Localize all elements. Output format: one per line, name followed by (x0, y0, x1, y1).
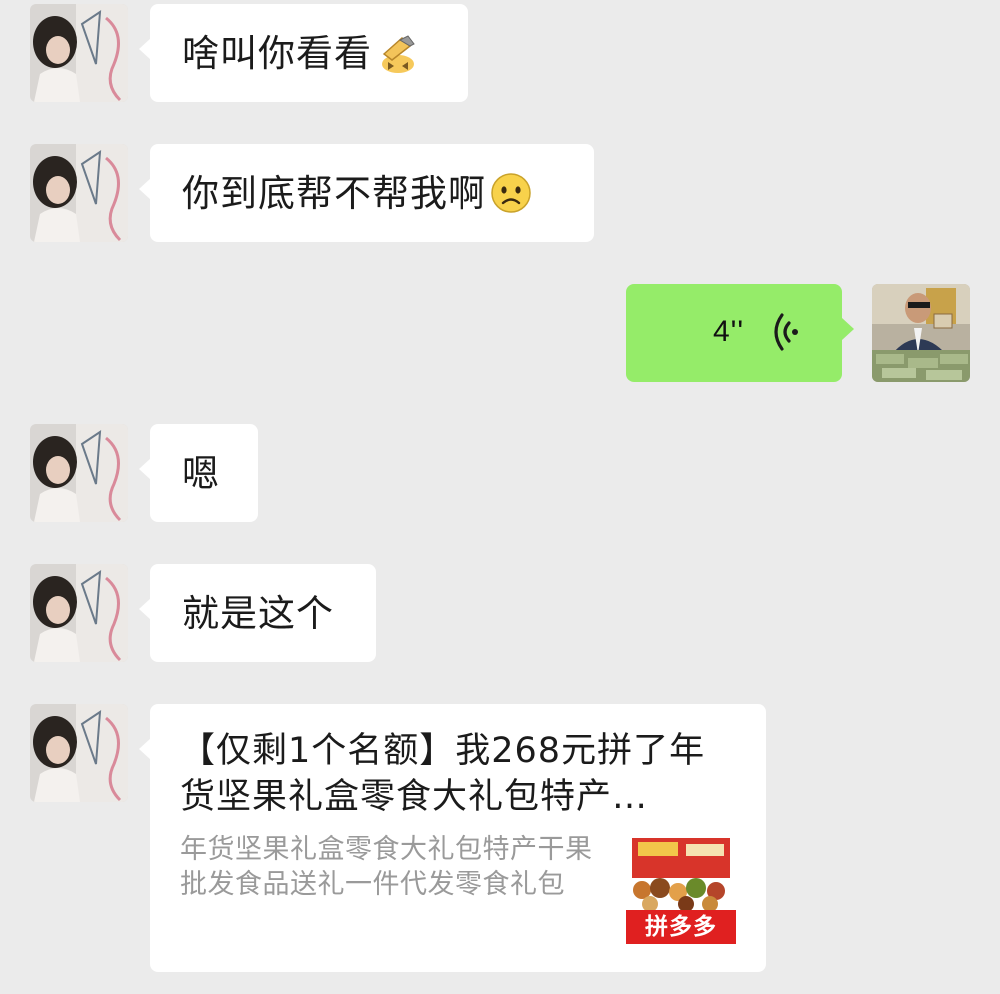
link-card-thumbnail: 拼多多 (626, 834, 736, 944)
facepalm-emoji-icon (376, 34, 420, 84)
contact-avatar[interactable] (30, 424, 128, 522)
voice-message-bubble[interactable]: 4'' (626, 284, 854, 382)
message-bubble[interactable]: 啥叫你看看 (139, 4, 468, 102)
message-text: 你到底帮不帮我啊 (182, 172, 486, 215)
message-bubble[interactable]: 就是这个 (139, 564, 376, 662)
voice-duration: 4'' (713, 315, 745, 348)
message-text: 嗯 (182, 452, 220, 495)
link-card-title: 【仅剩1个名额】我268元拼了年货坚果礼盒零食大礼包特产… (180, 728, 740, 820)
link-card-description: 年货坚果礼盒零食大礼包特产干果批发食品送礼一件代发零食礼包 (180, 834, 593, 900)
message-bubble[interactable]: 嗯 (139, 424, 258, 522)
message-text: 啥叫你看看 (182, 32, 372, 75)
self-avatar[interactable] (872, 284, 970, 382)
message-bubble[interactable]: 你到底帮不帮我啊 (139, 144, 594, 242)
voice-wave-icon (769, 310, 803, 364)
contact-avatar[interactable] (30, 704, 128, 802)
sad-face-emoji-icon (490, 172, 532, 224)
contact-avatar[interactable] (30, 144, 128, 242)
link-card-title-text: 【仅剩1个名额】我268元拼了年货坚果礼盒零食大礼包特产… (180, 731, 706, 817)
message-text: 就是这个 (182, 592, 334, 635)
contact-avatar[interactable] (30, 4, 128, 102)
contact-avatar[interactable] (30, 564, 128, 662)
link-card[interactable]: 【仅剩1个名额】我268元拼了年货坚果礼盒零食大礼包特产… 年货坚果礼盒零食大礼… (139, 704, 766, 972)
pinduoduo-logo: 拼多多 (626, 910, 736, 944)
